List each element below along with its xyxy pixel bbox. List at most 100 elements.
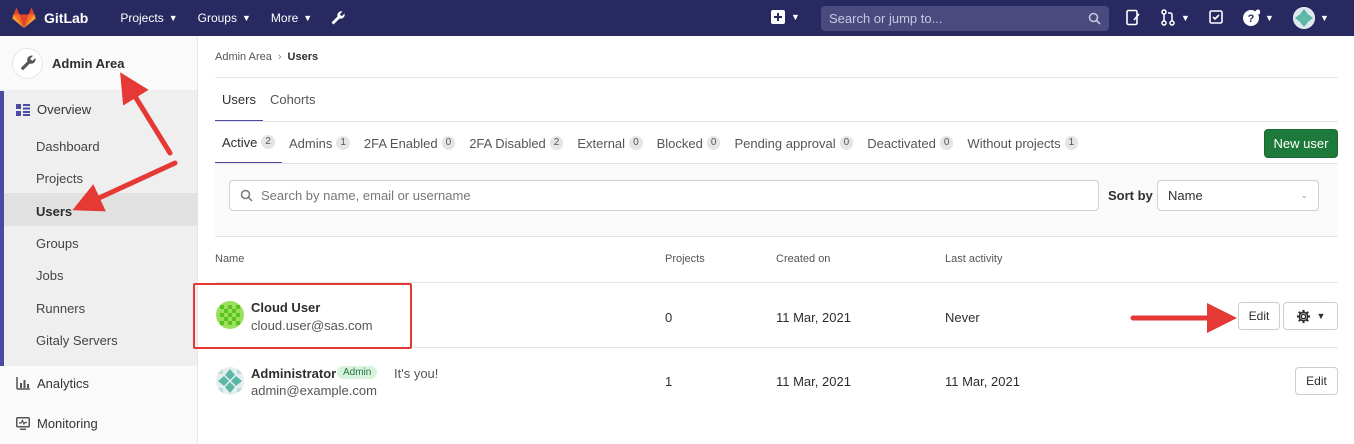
- sidebar-item-groups[interactable]: Groups: [36, 236, 79, 251]
- page-tabs: Users Cohorts: [215, 78, 322, 122]
- filter-tab-label: Admins: [288, 135, 333, 151]
- count-badge: 0: [939, 136, 954, 150]
- main-content: Admin Area › Users Users Cohorts Active 2…: [198, 36, 1354, 444]
- sidebar-item-dashboard[interactable]: Dashboard: [36, 139, 100, 154]
- sort-by-label: Sort by: [1108, 188, 1153, 203]
- sidebar-item-gitaly-servers[interactable]: Gitaly Servers: [36, 333, 118, 348]
- nav-groups[interactable]: Groups ▼: [188, 10, 261, 26]
- chevron-down-icon: ⌄: [1300, 190, 1308, 200]
- filter-tab-label: Deactivated: [867, 135, 936, 151]
- search-filter-bar: Search by name, email or username Sort b…: [215, 164, 1338, 237]
- nav-projects[interactable]: Projects ▼: [110, 10, 187, 26]
- create-new-button[interactable]: ▼: [770, 9, 800, 25]
- sidebar-item-monitoring-label: Monitoring: [37, 416, 98, 431]
- user-created-on: 11 Mar, 2021: [776, 374, 851, 389]
- todos-icon[interactable]: [1208, 9, 1224, 25]
- filter-tab-2fa-enabled[interactable]: 2FA Enabled 0: [357, 122, 462, 164]
- admin-badge: Admin: [337, 366, 378, 379]
- top-navbar: GitLab Projects ▼ Groups ▼ More ▼ ▼ Search …: [0, 0, 1354, 36]
- search-icon: [240, 189, 253, 202]
- sidebar-active-highlight: [4, 193, 197, 226]
- count-badge: 0: [629, 136, 643, 150]
- filter-tab-label: Without projects: [967, 135, 1061, 151]
- filter-tab-label: External: [577, 135, 626, 151]
- filter-tab-active[interactable]: Active 2: [215, 122, 282, 164]
- sort-select[interactable]: Name ⌄: [1157, 180, 1319, 211]
- user-actions-dropdown[interactable]: ▼: [1283, 302, 1338, 330]
- app-name: GitLab: [44, 10, 89, 26]
- chevron-down-icon: ▼: [168, 13, 178, 23]
- chevron-down-icon: ▼: [791, 12, 800, 22]
- chevron-right-icon: ›: [277, 51, 282, 63]
- filter-tab-pending-approval[interactable]: Pending approval 0: [727, 122, 860, 164]
- sidebar-item-projects[interactable]: Projects: [36, 171, 83, 186]
- filter-tab-label: 2FA Enabled: [363, 135, 438, 151]
- sidebar-item-jobs[interactable]: Jobs: [36, 268, 63, 283]
- sidebar-header[interactable]: Admin Area: [0, 36, 197, 91]
- filter-tab-2fa-disabled[interactable]: 2FA Disabled 2: [462, 122, 570, 164]
- sidebar-item-analytics[interactable]: Analytics: [16, 376, 89, 391]
- count-badge: 0: [706, 136, 721, 150]
- tab-cohorts[interactable]: Cohorts: [263, 78, 323, 122]
- nav-more[interactable]: More ▼: [261, 10, 322, 26]
- chevron-down-icon: ▼: [303, 13, 313, 23]
- sort-value: Name: [1168, 188, 1203, 203]
- filter-tab-deactivated[interactable]: Deactivated 0: [860, 122, 960, 164]
- wrench-icon: [12, 47, 43, 79]
- plus-square-icon: [771, 10, 785, 24]
- monitor-icon: [16, 417, 30, 430]
- user-created-on: 11 Mar, 2021: [776, 310, 851, 325]
- column-header-name: Name: [215, 253, 245, 265]
- annotation-highlight-box: [193, 283, 412, 349]
- count-badge: 1: [336, 136, 350, 150]
- user-search-input[interactable]: Search by name, email or username: [229, 180, 1099, 211]
- avatar[interactable]: [216, 367, 244, 395]
- search-icon: [1088, 12, 1101, 25]
- user-projects-count: 0: [665, 310, 673, 325]
- search-placeholder: Search by name, email or username: [261, 188, 471, 203]
- user-email-link[interactable]: admin@example.com: [251, 383, 377, 398]
- global-search-input[interactable]: Search or jump to...: [821, 6, 1109, 31]
- filter-tab-label: Blocked: [656, 135, 703, 151]
- user-filter-tabs: Active 2 Admins 1 2FA Enabled 0 2FA Disable…: [215, 122, 1085, 164]
- filter-tab-admins[interactable]: Admins 1: [282, 122, 357, 164]
- nav-projects-label: Projects: [120, 11, 164, 25]
- admin-wrench-icon[interactable]: [330, 10, 346, 26]
- user-name-link[interactable]: Administrator: [251, 366, 336, 381]
- nav-groups-label: Groups: [197, 11, 237, 25]
- count-badge: 2: [549, 136, 564, 150]
- svg-text:?: ?: [1248, 13, 1255, 25]
- count-badge: 2: [261, 135, 275, 149]
- user-last-activity: Never: [945, 310, 980, 325]
- tanuki-icon: [12, 7, 36, 28]
- edit-user-button[interactable]: Edit: [1238, 302, 1280, 330]
- user-menu[interactable]: ▼: [1293, 7, 1329, 29]
- new-user-button[interactable]: New user: [1264, 129, 1338, 158]
- breadcrumb-users[interactable]: Users: [288, 51, 319, 63]
- column-header-last-activity: Last activity: [945, 253, 1003, 265]
- sidebar-item-overview[interactable]: Overview: [16, 102, 91, 117]
- sidebar-item-runners[interactable]: Runners: [36, 301, 85, 316]
- admin-sidebar: Admin Area Overview Dashboard Projects U…: [0, 36, 198, 444]
- search-placeholder: Search or jump to...: [829, 11, 943, 26]
- sidebar-item-users[interactable]: Users: [36, 204, 72, 219]
- gitlab-logo[interactable]: GitLab: [12, 7, 88, 29]
- user-projects-count: 1: [665, 374, 673, 389]
- tab-users[interactable]: Users: [215, 78, 263, 122]
- breadcrumb-admin-area[interactable]: Admin Area: [215, 51, 272, 63]
- count-badge: 1: [1064, 136, 1079, 150]
- sidebar-item-monitoring[interactable]: Monitoring: [16, 416, 98, 431]
- filter-tab-external[interactable]: External 0: [570, 122, 649, 164]
- filter-tab-without-projects[interactable]: Without projects 1: [960, 122, 1085, 164]
- merge-requests-icon[interactable]: ▼: [1160, 9, 1190, 26]
- sidebar-item-analytics-label: Analytics: [37, 376, 90, 391]
- filter-tab-blocked[interactable]: Blocked 0: [650, 122, 728, 164]
- column-header-created-on: Created on: [776, 253, 831, 265]
- column-header-projects: Projects: [665, 253, 705, 265]
- edit-user-button[interactable]: Edit: [1295, 367, 1338, 395]
- issues-icon[interactable]: [1125, 9, 1141, 26]
- breadcrumb: Admin Area › Users: [215, 51, 318, 63]
- help-icon[interactable]: ? ▼: [1242, 9, 1274, 27]
- gear-icon: [1296, 309, 1310, 323]
- filter-tab-label: 2FA Disabled: [469, 135, 546, 151]
